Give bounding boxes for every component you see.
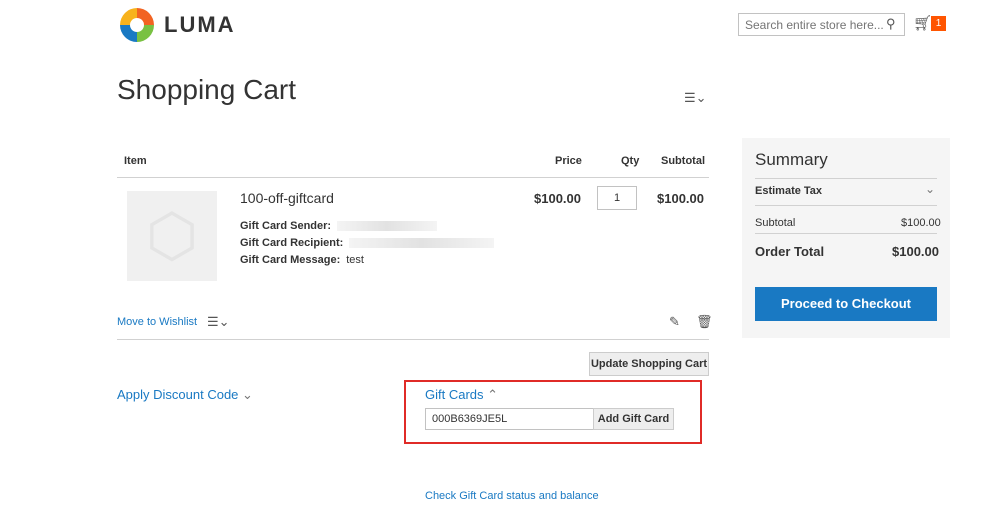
list-menu-icon[interactable]: ☰⌄ [684,90,707,106]
check-gift-card-link[interactable]: Check Gift Card status and balance [425,490,599,502]
header-price: Price [555,155,582,167]
divider [117,339,709,340]
search-icon[interactable]: ⚲ [886,16,896,32]
order-total-value: $100.00 [892,244,939,259]
item-subtotal: $100.00 [657,191,704,206]
qty-input[interactable]: 1 [597,186,637,210]
option-sender: Gift Card Sender: [240,220,438,232]
subtotal-value: $100.00 [901,217,941,229]
divider [755,205,937,206]
gift-cards-label: Gift Cards [425,387,484,402]
divider [755,233,937,234]
product-image[interactable]: ⬡ [127,191,217,281]
option-recipient: Gift Card Recipient: [240,237,495,249]
option-message: Gift Card Message: test [240,254,364,266]
order-total-label: Order Total [755,244,825,259]
list-menu-icon[interactable]: ☰⌄ [207,314,230,330]
redacted-value [337,221,438,232]
add-gift-card-button[interactable]: Add Gift Card [593,408,674,430]
chevron-down-icon[interactable]: ⌄ [925,182,935,196]
gift-card-code-input[interactable]: 000B6369JE5L [425,408,594,430]
option-value: test [346,254,364,266]
logo-text[interactable]: LUMA [164,12,236,38]
chevron-up-icon: ⌃ [487,387,499,402]
edit-icon[interactable]: ✎ [669,314,680,330]
page-title: Shopping Cart [117,74,297,105]
divider [117,177,709,178]
subtotal-label: Subtotal [755,217,796,229]
option-label: Gift Card Sender: [240,220,332,232]
header-item: Item [124,155,147,167]
header-subtotal: Subtotal [661,155,705,167]
cart-icon[interactable]: 🛒︎ [913,14,932,32]
item-price: $100.00 [534,191,581,206]
chevron-down-icon: ⌄ [242,387,253,402]
header-qty: Qty [621,155,640,167]
divider [755,178,937,179]
apply-discount-toggle[interactable]: Apply Discount Code ⌄ [117,387,253,403]
option-label: Gift Card Message: [240,254,341,266]
redacted-value [349,238,495,249]
discount-label: Apply Discount Code [117,387,239,402]
gift-cards-toggle[interactable]: Gift Cards ⌃ [425,387,498,403]
product-name[interactable]: 100-off-giftcard [240,190,334,206]
cart-count-badge: 1 [931,16,946,31]
trash-icon[interactable]: 🗑︎ [696,314,713,330]
search-input[interactable] [738,13,905,36]
summary-title: Summary [755,150,828,169]
option-label: Gift Card Recipient: [240,237,344,249]
luma-logo-icon[interactable] [120,8,154,42]
update-cart-button[interactable]: Update Shopping Cart [589,352,709,376]
move-to-wishlist-link[interactable]: Move to Wishlist [117,316,197,328]
proceed-to-checkout-button[interactable]: Proceed to Checkout [755,287,937,321]
estimate-tax-toggle[interactable]: Estimate Tax [755,185,822,197]
